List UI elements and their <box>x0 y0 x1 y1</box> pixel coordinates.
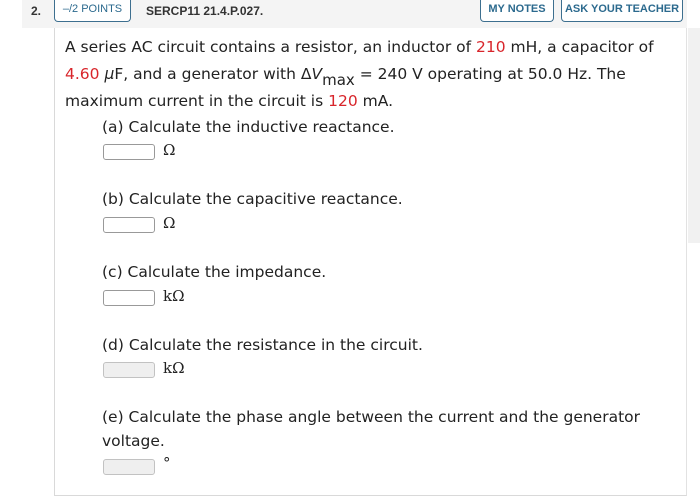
points-badge: –/2 POINTS <box>54 0 131 22</box>
part-e-text: (e) Calculate the phase angle between th… <box>102 408 641 426</box>
part-e-prompt: (e) Calculate the phase angle between th… <box>102 405 640 453</box>
problem-text: F, and a generator with Δ <box>114 65 312 83</box>
voltage-subscript: max <box>322 71 355 89</box>
part-c-prompt: (c) Calculate the impedance. <box>102 263 327 281</box>
ohm-unit: Ω <box>163 214 176 232</box>
problem-statement: A series AC circuit contains a resistor,… <box>65 34 680 115</box>
part-b-input[interactable] <box>103 217 155 233</box>
problem-id: SERCP11 21.4.P.027. <box>146 4 264 18</box>
problem-text: mH, a capacitor of <box>505 38 654 56</box>
voltage-symbol: V <box>311 65 323 83</box>
part-e-input[interactable] <box>103 459 155 475</box>
ohm-unit: Ω <box>163 141 176 159</box>
part-b-prompt: (b) Calculate the capacitive reactance. <box>102 190 403 208</box>
scroll-gutter <box>688 28 700 243</box>
my-notes-button[interactable]: MY NOTES <box>480 0 554 22</box>
kiloohm-unit: kΩ <box>163 287 185 305</box>
kiloohm-unit: kΩ <box>163 359 185 377</box>
problem-text: A series AC circuit contains a resistor,… <box>65 38 477 56</box>
inductance-value: 210 <box>476 38 506 56</box>
part-c-input[interactable] <box>103 290 155 306</box>
part-e-text: voltage. <box>102 432 165 450</box>
part-d-prompt: (d) Calculate the resistance in the circ… <box>102 336 423 354</box>
part-a-prompt: (a) Calculate the inductive reactance. <box>102 118 395 136</box>
part-d-input[interactable] <box>103 362 155 378</box>
question-body: A series AC circuit contains a resistor,… <box>54 28 687 496</box>
question-number: 2. <box>31 4 42 18</box>
current-value: 120 <box>328 92 358 110</box>
part-a-input[interactable] <box>103 144 155 160</box>
capacitance-value: 4.60 <box>65 65 100 83</box>
degree-unit: ° <box>163 454 171 472</box>
problem-text: mA. <box>357 92 394 110</box>
mu-symbol: μ <box>104 65 115 83</box>
ask-teacher-button[interactable]: ASK YOUR TEACHER <box>561 0 683 22</box>
